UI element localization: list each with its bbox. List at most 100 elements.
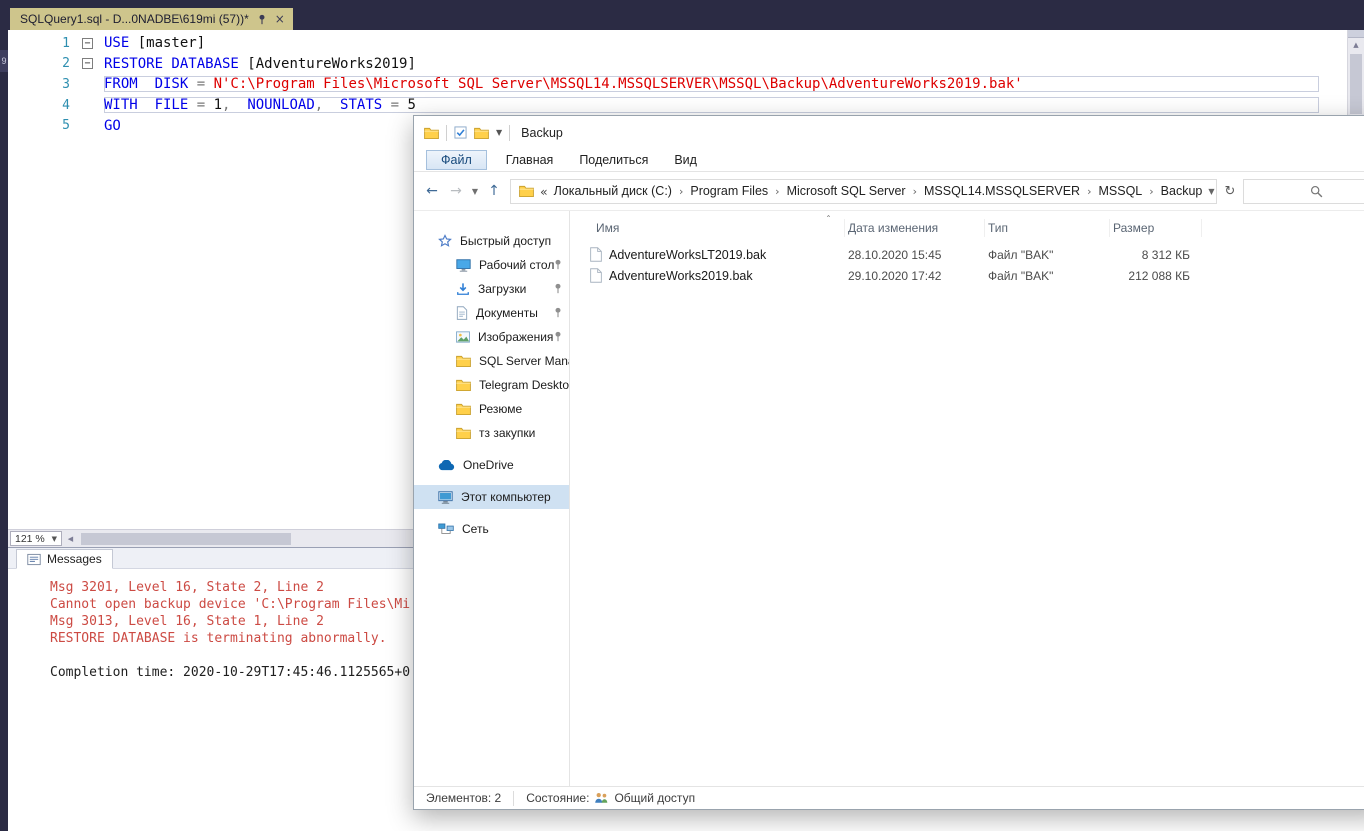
nav-item-folder-telegram[interactable]: Telegram Desktop: [414, 373, 569, 397]
desktop-icon: [456, 258, 471, 272]
chevron-down-icon: ▼: [51, 534, 57, 543]
pin-icon: [553, 331, 563, 345]
column-header-size[interactable]: Размер: [1110, 218, 1202, 237]
state-label: Состояние:: [526, 791, 590, 805]
fold-collapse-icon[interactable]: −: [82, 58, 93, 70]
refresh-button[interactable]: ↻: [1217, 184, 1243, 199]
up-button[interactable]: ↑: [482, 183, 506, 199]
document-tab[interactable]: SQLQuery1.sql - D...0NADBE\619mi (57))* …: [10, 8, 293, 30]
folder-icon: [456, 427, 471, 439]
line-number: 2: [62, 56, 70, 72]
fold-collapse-icon[interactable]: −: [82, 37, 93, 49]
column-headers: Имя Дата изменения Тип Размер: [570, 214, 1364, 241]
file-name: AdventureWorksLT2019.bak: [570, 247, 845, 262]
explorer-title-bar: ▼ Backup: [414, 116, 1364, 149]
address-bar[interactable]: « Локальный диск (C:) › Program Files › Micro…: [510, 178, 1217, 204]
divider: [513, 790, 515, 806]
code-line: 3 FROM DISK = N'C:\Program Files\Microsof…: [8, 74, 1347, 95]
nav-item-quick-access[interactable]: Быстрый доступ: [414, 229, 569, 253]
breadcrumb-segment[interactable]: Microsoft SQL Server: [787, 184, 906, 198]
search-input[interactable]: [1243, 178, 1364, 204]
messages-icon: [27, 553, 41, 566]
network-icon: [438, 523, 454, 535]
nav-item-network[interactable]: Сеть: [414, 517, 569, 541]
properties-icon[interactable]: [454, 126, 467, 139]
scroll-left-icon[interactable]: ◀: [62, 535, 79, 543]
cloud-icon: [438, 459, 455, 471]
nav-item-folder-purchases[interactable]: тз закупки: [414, 421, 569, 445]
ribbon-tab-file[interactable]: Файл: [426, 150, 487, 170]
breadcrumb-segment[interactable]: Program Files: [690, 184, 768, 198]
nav-item-downloads[interactable]: Загрузки: [414, 277, 569, 301]
breadcrumb-segment[interactable]: Backup: [1161, 184, 1203, 198]
new-folder-icon[interactable]: [474, 127, 489, 139]
ribbon-tab-home[interactable]: Главная: [493, 151, 567, 169]
nav-item-this-pc[interactable]: Этот компьютер: [414, 485, 569, 509]
folder-icon: [424, 127, 439, 139]
ribbon-tab-view[interactable]: Вид: [661, 151, 710, 169]
nav-item-desktop[interactable]: Рабочий стол: [414, 253, 569, 277]
file-icon: [590, 268, 602, 283]
fold-column: −: [82, 37, 104, 49]
nav-label: Изображения: [478, 330, 554, 344]
nav-item-pictures[interactable]: Изображения: [414, 325, 569, 349]
nav-label: Telegram Desktop: [479, 378, 570, 392]
nav-item-documents[interactable]: Документы: [414, 301, 569, 325]
tab-messages[interactable]: Messages: [16, 549, 113, 569]
address-toolbar: ← → ▼ ↑ « Локальный диск (C:) › Program Fil…: [414, 172, 1364, 211]
file-size: 8 312 КБ: [1141, 247, 1190, 262]
document-icon: [456, 306, 468, 320]
nav-label: Резюме: [479, 402, 523, 416]
history-dropdown-icon[interactable]: ▼: [468, 187, 482, 196]
code-line: 2− RESTORE DATABASE [AdventureWorks2019]: [8, 54, 1347, 75]
nav-item-folder-resume[interactable]: Резюме: [414, 397, 569, 421]
breadcrumb-separator-icon: ›: [678, 184, 684, 198]
file-type: Файл "BAK": [988, 247, 1054, 262]
back-button[interactable]: ←: [420, 183, 444, 199]
breadcrumb-segment[interactable]: MSSQL: [1098, 184, 1142, 198]
scroll-up-icon[interactable]: ▲: [1348, 38, 1364, 52]
code-line: 1− USE [master]: [8, 33, 1347, 54]
breadcrumb-segment[interactable]: Локальный диск (C:): [554, 184, 672, 198]
folder-icon: [519, 185, 534, 197]
address-breadcrumb: « Локальный диск (C:) › Program Files › Micro…: [519, 184, 1202, 199]
zoom-value: 121 %: [15, 532, 45, 545]
ssms-left-edge: 9: [0, 30, 8, 831]
explorer-window: ▼ Backup Файл Главная Поделиться Вид ← → ▼ …: [413, 115, 1364, 810]
column-header-name[interactable]: Имя: [570, 218, 845, 237]
breadcrumb-segment[interactable]: MSSQL14.MSSQLSERVER: [924, 184, 1080, 198]
file-date: 28.10.2020 15:45: [848, 247, 942, 262]
file-row[interactable]: AdventureWorks2019.bak 29.10.2020 17:42 Фа…: [570, 265, 1364, 286]
code-text: FROM DISK = N'C:\Program Files\Microsoft…: [104, 76, 1319, 92]
pin-icon[interactable]: [257, 14, 267, 25]
breadcrumb-overflow[interactable]: «: [540, 184, 548, 199]
forward-button[interactable]: →: [444, 183, 468, 199]
scrollbar-thumb[interactable]: [1350, 54, 1362, 114]
column-header-date[interactable]: Дата изменения: [845, 218, 985, 237]
close-icon[interactable]: ×: [275, 13, 285, 25]
qat-customize-icon[interactable]: ▼: [496, 128, 502, 137]
ribbon-tab-share[interactable]: Поделиться: [566, 151, 661, 169]
file-row[interactable]: AdventureWorksLT2019.bak 28.10.2020 15:45…: [570, 244, 1364, 265]
autohide-tab[interactable]: 9: [0, 50, 8, 72]
splitter-handle[interactable]: [1348, 30, 1364, 38]
file-date: 29.10.2020 17:42: [848, 268, 942, 283]
file-list: ˆ Имя Дата изменения Тип Размер AdventureWo…: [570, 211, 1364, 786]
window-title: Backup: [521, 125, 563, 140]
nav-item-onedrive[interactable]: OneDrive: [414, 453, 569, 477]
file-rows: AdventureWorksLT2019.bak 28.10.2020 15:45…: [570, 244, 1364, 286]
pin-icon: [553, 283, 563, 297]
column-header-type[interactable]: Тип: [985, 218, 1110, 237]
sort-ascending-icon: ˆ: [826, 215, 831, 226]
messages-tab-label: Messages: [47, 552, 102, 566]
line-number: 1: [62, 35, 70, 51]
nav-label: Сеть: [462, 522, 489, 536]
line-number: 4: [62, 97, 70, 113]
nav-item-folder-sql-server[interactable]: SQL Server Manage: [414, 349, 569, 373]
folder-icon: [456, 355, 471, 367]
address-dropdown-icon[interactable]: ▼: [1208, 187, 1214, 196]
hscrollbar-thumb[interactable]: [81, 532, 291, 545]
nav-label: Быстрый доступ: [460, 234, 552, 248]
state-value: Общий доступ: [614, 791, 696, 805]
zoom-dropdown[interactable]: 121 % ▼: [10, 531, 62, 546]
